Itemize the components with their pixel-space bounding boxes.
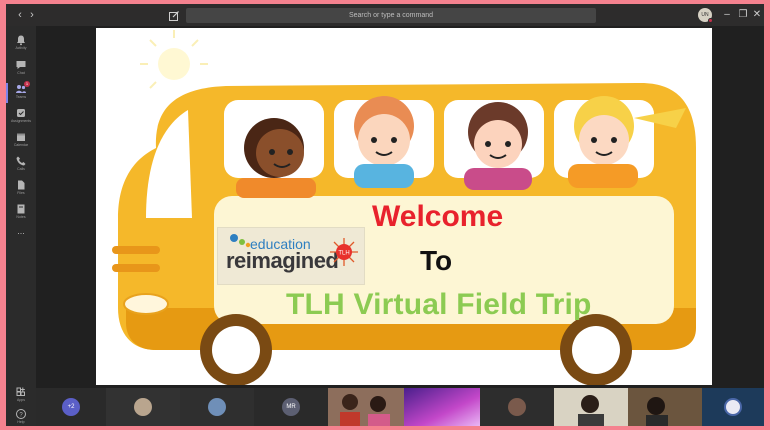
education-reimagined-logo: education reimagined TLH xyxy=(217,227,365,285)
participant-video[interactable] xyxy=(404,388,480,426)
rail-label: Activity xyxy=(15,46,27,50)
participant-video[interactable] xyxy=(628,388,702,426)
rail-chat[interactable]: Chat xyxy=(6,57,36,81)
file-icon xyxy=(18,180,25,190)
participant-avatar xyxy=(208,398,226,416)
participant-avatar xyxy=(724,398,742,416)
participant-tile[interactable] xyxy=(180,388,254,426)
tlh-badge-text: TLH xyxy=(338,251,349,257)
kid-2-illustration xyxy=(354,96,414,188)
rail-label: Calendar xyxy=(13,143,29,147)
user-avatar[interactable]: UN xyxy=(698,8,713,23)
forward-button[interactable]: › xyxy=(26,9,38,21)
compose-icon[interactable] xyxy=(168,9,180,21)
welcome-heading: Welcome xyxy=(372,200,504,233)
logo-reimagined-text: reimagined xyxy=(226,248,339,273)
rail-calendar[interactable]: Calendar xyxy=(6,129,36,153)
participant-initials: MR xyxy=(282,398,300,416)
video-feed xyxy=(404,388,480,426)
participant-strip: +2 MR xyxy=(36,388,764,426)
teams-window: ‹ › Search or type a command UN – ❐ ✕ Ac… xyxy=(6,4,764,426)
participant-tile[interactable]: MR xyxy=(254,388,328,426)
rail-label: Help xyxy=(17,420,25,424)
video-feed xyxy=(628,388,702,426)
restore-button[interactable]: ❐ xyxy=(736,8,750,22)
rail-label: Notes xyxy=(16,215,26,219)
sun-icon xyxy=(140,30,208,89)
participant-tile[interactable] xyxy=(480,388,554,426)
participant-video[interactable] xyxy=(328,388,404,426)
notebook-icon xyxy=(17,204,25,214)
participant-tile[interactable]: +2 xyxy=(36,388,106,426)
phone-icon xyxy=(16,156,26,166)
participant-tile[interactable] xyxy=(106,388,180,426)
status-dot xyxy=(708,18,713,23)
user-initials: UN xyxy=(701,12,709,18)
participant-video[interactable] xyxy=(554,388,628,426)
rail-label: Chat xyxy=(17,71,25,75)
rail-help[interactable]: ? Help xyxy=(6,406,36,426)
participant-tile[interactable] xyxy=(702,388,764,426)
bell-icon xyxy=(17,35,25,46)
rail-label: Calls xyxy=(17,167,25,171)
rail-label: Apps xyxy=(17,398,25,402)
close-button[interactable]: ✕ xyxy=(750,8,764,22)
participant-avatar xyxy=(508,398,526,416)
rail-label: Teams xyxy=(15,95,27,99)
video-feed xyxy=(554,388,628,426)
rail-notes[interactable]: Notes xyxy=(6,201,36,225)
chat-icon xyxy=(16,61,26,69)
kid-3-illustration xyxy=(464,102,532,190)
meeting-stage: education reimagined TLH Welcome To TLH … xyxy=(36,26,764,388)
shared-slide: education reimagined TLH Welcome To TLH … xyxy=(96,28,712,385)
rail-activity[interactable]: Activity xyxy=(6,32,36,56)
minimize-button[interactable]: – xyxy=(720,8,734,22)
assignments-icon xyxy=(17,109,25,117)
video-feed xyxy=(328,388,404,426)
overflow-count: +2 xyxy=(62,398,80,416)
rail-files[interactable]: Files xyxy=(6,177,36,201)
rail-assignments[interactable]: Assignments xyxy=(6,105,36,129)
rail-calls[interactable]: Calls xyxy=(6,153,36,177)
rail-teams[interactable]: 1 Teams xyxy=(6,81,36,105)
help-icon: ? xyxy=(16,409,26,419)
more-apps-button[interactable]: ... xyxy=(6,226,36,250)
tlh-badge-icon: TLH xyxy=(330,238,358,266)
participant-avatar xyxy=(134,398,152,416)
calendar-icon xyxy=(17,133,25,141)
title-bar: ‹ › Search or type a command UN – ❐ ✕ xyxy=(6,4,764,26)
svg-text:?: ? xyxy=(19,412,23,418)
back-button[interactable]: ‹ xyxy=(14,9,26,21)
teams-badge: 1 xyxy=(24,81,30,87)
rail-label: Assignments xyxy=(10,119,32,123)
to-text: To xyxy=(420,245,453,276)
rail-label: Files xyxy=(17,191,25,195)
apps-icon xyxy=(16,387,25,396)
search-input[interactable]: Search or type a command xyxy=(186,8,596,23)
field-trip-title: TLH Virtual Field Trip xyxy=(286,288,592,321)
app-rail: Activity Chat 1 Teams Assignments Calend… xyxy=(6,26,36,426)
rail-apps[interactable]: Apps xyxy=(6,384,36,408)
